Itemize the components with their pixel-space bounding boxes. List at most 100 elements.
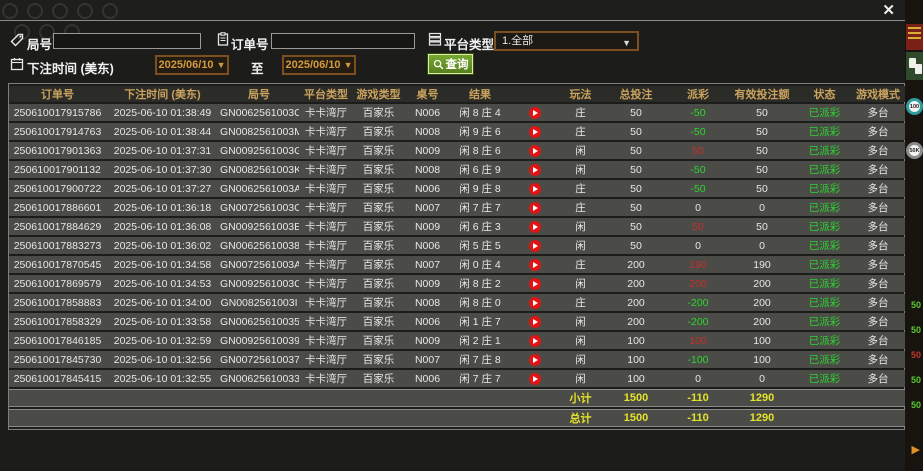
cell-valid-bet: 50 — [725, 123, 799, 140]
replay-icon[interactable] — [528, 353, 541, 366]
table-row: 250610017870545 2025-06-10 01:34:58 GN00… — [9, 256, 906, 273]
col-header-status: 状态 — [799, 86, 850, 102]
platform-type-select[interactable]: 1.全部 ▼ — [494, 31, 639, 51]
cell-table-no: N006 — [404, 237, 451, 254]
table-row: 250610017845730 2025-06-10 01:32:56 GN00… — [9, 351, 906, 368]
cell-table-no: N009 — [404, 332, 451, 349]
query-button[interactable]: 查询 — [427, 53, 474, 75]
screen: ✕ 局号 订单号 平台类型 1.全部 ▼ 下注时间 (美东) 2025/06/1… — [0, 0, 923, 471]
cell-round-id: GN00625610033 — [219, 370, 299, 387]
cell-platform: 卡卡湾厅 — [299, 142, 353, 159]
date-from-picker[interactable]: 2025/06/10 ▼ — [155, 55, 229, 75]
cell-payout: 190 — [671, 256, 725, 273]
bet-time-label: 下注时间 (美东) — [27, 62, 114, 76]
search-icon — [433, 59, 443, 69]
cell-platform: 卡卡湾厅 — [299, 294, 353, 311]
col-header-table-no: 桌号 — [404, 86, 451, 102]
col-header-valid-bet: 有效投注额 — [725, 86, 799, 102]
table-row: 250610017901132 2025-06-10 01:37:30 GN00… — [9, 161, 906, 178]
chip-pattern-icon — [27, 3, 43, 19]
cell-payout: 50 — [671, 142, 725, 159]
cell-play: 庄 — [560, 199, 601, 216]
cell-game-type: 百家乐 — [353, 256, 404, 273]
replay-icon[interactable] — [528, 334, 541, 347]
close-icon[interactable]: ✕ — [882, 2, 895, 20]
date-to-value: 2025/06/10 — [285, 59, 341, 71]
cell-game-type: 百家乐 — [353, 161, 404, 178]
replay-icon[interactable] — [528, 277, 541, 290]
cell-result: 闲 7 庄 8 — [451, 351, 509, 368]
cell-replay — [509, 142, 560, 159]
table-row: 250610017886601 2025-06-10 01:36:18 GN00… — [9, 199, 906, 216]
cell-status: 已派彩 — [799, 313, 850, 330]
cell-status: 已派彩 — [799, 294, 850, 311]
replay-icon[interactable] — [528, 258, 541, 271]
subtotal-label: 小计 — [560, 389, 601, 407]
cell-valid-bet: 0 — [725, 199, 799, 216]
order-id-label: 订单号 — [231, 38, 269, 52]
cell-payout: -50 — [671, 161, 725, 178]
replay-icon[interactable] — [528, 315, 541, 328]
cell-play: 闲 — [560, 161, 601, 178]
replay-icon[interactable] — [528, 144, 541, 157]
cell-status: 已派彩 — [799, 218, 850, 235]
cell-payout: 0 — [671, 199, 725, 216]
cell-result: 闲 0 庄 4 — [451, 256, 509, 273]
cell-table-no: N007 — [404, 351, 451, 368]
replay-icon[interactable] — [528, 201, 541, 214]
strip-number: 50 — [910, 325, 921, 335]
calendar-icon — [10, 57, 24, 71]
cell-payout: -200 — [671, 294, 725, 311]
cell-valid-bet: 50 — [725, 161, 799, 178]
cell-round-id: GN0062561003A — [219, 180, 299, 197]
cell-play: 闲 — [560, 370, 601, 387]
replay-icon[interactable] — [528, 239, 541, 252]
cell-total-bet: 50 — [601, 237, 671, 254]
cell-total-bet: 50 — [601, 180, 671, 197]
cell-game-mode: 多台 — [850, 104, 906, 121]
cell-status: 已派彩 — [799, 370, 850, 387]
cell-payout: 200 — [671, 275, 725, 292]
cell-game-type: 百家乐 — [353, 237, 404, 254]
cell-status: 已派彩 — [799, 161, 850, 178]
date-to-picker[interactable]: 2025/06/10 ▼ — [282, 55, 356, 75]
cell-order-id: 250610017869579 — [9, 275, 106, 292]
replay-icon[interactable] — [528, 106, 541, 119]
replay-icon[interactable] — [528, 125, 541, 138]
subtotal-row: 小计 1500 -110 1290 — [9, 389, 906, 407]
platform-type-value: 1.全部 — [502, 35, 534, 47]
cell-game-type: 百家乐 — [353, 142, 404, 159]
col-header-replay — [509, 86, 560, 102]
cell-total-bet: 200 — [601, 294, 671, 311]
cell-play: 闲 — [560, 142, 601, 159]
cell-payout: 50 — [671, 218, 725, 235]
cell-table-no: N006 — [404, 370, 451, 387]
cell-game-type: 百家乐 — [353, 199, 404, 216]
cell-replay — [509, 370, 560, 387]
cell-total-bet: 100 — [601, 351, 671, 368]
cell-game-mode: 多台 — [850, 351, 906, 368]
cell-table-no: N008 — [404, 294, 451, 311]
cell-order-id: 250610017914763 — [9, 123, 106, 140]
replay-icon[interactable] — [528, 163, 541, 176]
col-header-game-type: 游戏类型 — [353, 86, 404, 102]
order-id-input[interactable] — [271, 33, 415, 49]
strip-number: 50 — [910, 400, 921, 410]
cell-order-id: 250610017884629 — [9, 218, 106, 235]
cell-status: 已派彩 — [799, 199, 850, 216]
replay-icon[interactable] — [528, 220, 541, 233]
cell-platform: 卡卡湾厅 — [299, 104, 353, 121]
cell-replay — [509, 351, 560, 368]
cell-result: 闲 8 庄 6 — [451, 142, 509, 159]
replay-icon[interactable] — [528, 182, 541, 195]
cell-play: 闲 — [560, 351, 601, 368]
replay-icon[interactable] — [528, 372, 541, 385]
cell-table-no: N008 — [404, 123, 451, 140]
cell-result: 闲 2 庄 1 — [451, 332, 509, 349]
subtotal-payout: -110 — [671, 389, 725, 407]
round-id-input[interactable] — [53, 33, 201, 49]
cell-bet-time: 2025-06-10 01:34:53 — [106, 275, 219, 292]
cell-table-no: N006 — [404, 313, 451, 330]
replay-icon[interactable] — [528, 296, 541, 309]
cell-result: 闲 9 庄 6 — [451, 123, 509, 140]
